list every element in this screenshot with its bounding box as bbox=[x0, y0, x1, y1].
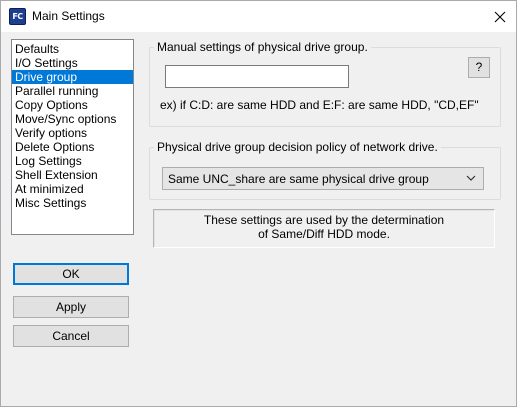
list-item-drive-group[interactable]: Drive group bbox=[12, 70, 133, 84]
list-item-io-settings[interactable]: I/O Settings bbox=[12, 56, 133, 70]
example-text: ex) if C:D: are same HDD and E:F: are sa… bbox=[160, 98, 479, 112]
chevron-down-icon bbox=[466, 175, 476, 181]
list-item-defaults[interactable]: Defaults bbox=[12, 42, 133, 56]
manual-settings-group-label: Manual settings of physical drive group. bbox=[154, 40, 371, 54]
list-item-log-settings[interactable]: Log Settings bbox=[12, 154, 133, 168]
list-item-parallel-running[interactable]: Parallel running bbox=[12, 84, 133, 98]
list-item-delete-options[interactable]: Delete Options bbox=[12, 140, 133, 154]
info-note: These settings are used by the determina… bbox=[153, 209, 495, 248]
manual-drive-group-input[interactable] bbox=[165, 65, 349, 88]
network-policy-group-label: Physical drive group decision policy of … bbox=[154, 140, 441, 154]
list-item-move-sync-options[interactable]: Move/Sync options bbox=[12, 112, 133, 126]
close-icon bbox=[494, 11, 506, 22]
settings-category-list[interactable]: Defaults I/O Settings Drive group Parall… bbox=[11, 39, 134, 235]
list-item-verify-options[interactable]: Verify options bbox=[12, 126, 133, 140]
list-item-at-minimized[interactable]: At minimized bbox=[12, 182, 133, 196]
main-settings-window: FC Main Settings Defaults I/O Settings D… bbox=[0, 0, 517, 407]
network-policy-selected-value: Same UNC_share are same physical drive g… bbox=[168, 172, 429, 186]
list-item-shell-extension[interactable]: Shell Extension bbox=[12, 168, 133, 182]
cancel-button[interactable]: Cancel bbox=[13, 325, 129, 347]
info-note-line-2: of Same/Diff HDD mode. bbox=[258, 227, 390, 241]
window-title: Main Settings bbox=[32, 9, 105, 23]
title-bar[interactable]: FC Main Settings bbox=[1, 1, 516, 32]
list-item-copy-options[interactable]: Copy Options bbox=[12, 98, 133, 112]
ok-button[interactable]: OK bbox=[13, 263, 129, 285]
list-item-misc-settings[interactable]: Misc Settings bbox=[12, 196, 133, 210]
close-button[interactable] bbox=[484, 1, 516, 32]
network-policy-select[interactable]: Same UNC_share are same physical drive g… bbox=[162, 167, 484, 190]
app-icon: FC bbox=[9, 8, 26, 25]
info-note-line-1: These settings are used by the determina… bbox=[203, 213, 445, 227]
help-button[interactable]: ? bbox=[468, 57, 490, 78]
apply-button[interactable]: Apply bbox=[13, 296, 129, 318]
